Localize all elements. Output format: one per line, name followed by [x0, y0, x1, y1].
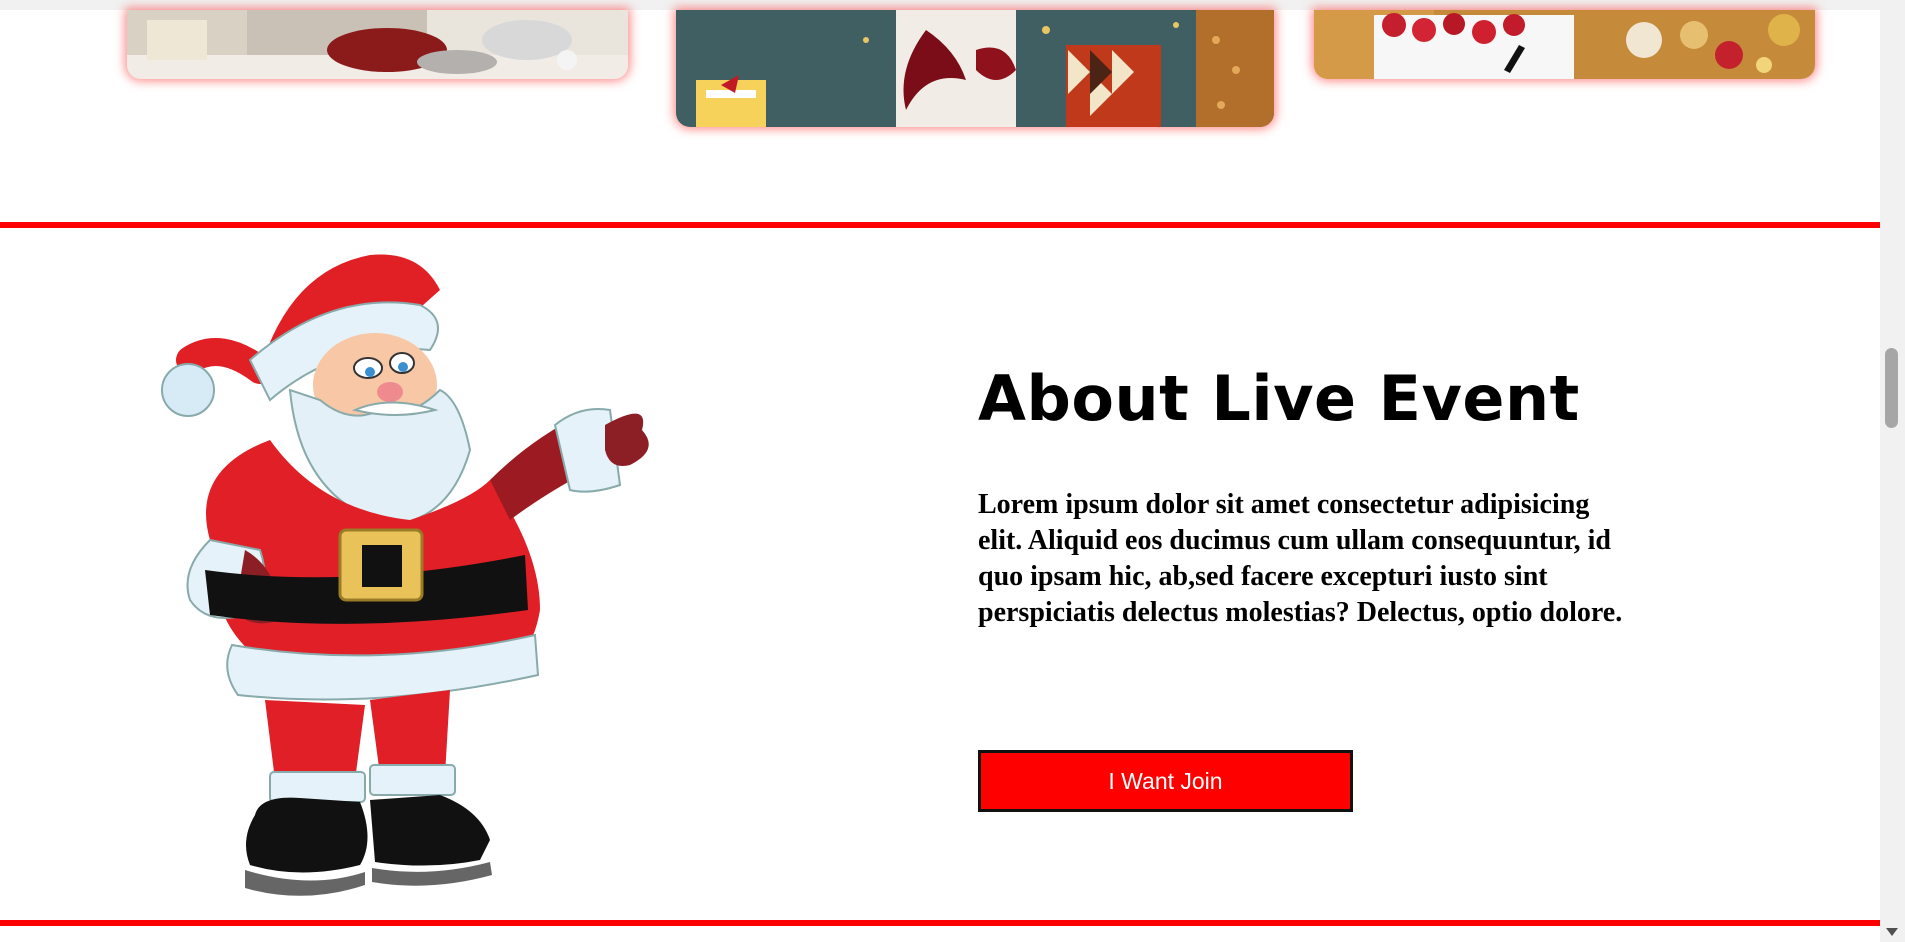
chevron-down-icon[interactable] — [1886, 928, 1898, 936]
gift-gallery — [0, 0, 1880, 140]
about-description: Lorem ipsum dolor sit amet consectetur a… — [978, 489, 1623, 628]
santa-image — [161, 254, 649, 896]
santa-illustration — [150, 250, 660, 905]
gifts-photo-image — [676, 10, 1274, 127]
about-title: About Live Event — [978, 362, 1580, 435]
ornaments-photo-image — [1314, 10, 1815, 79]
join-button[interactable]: I Want Join — [978, 750, 1353, 812]
gallery-photo-ornaments[interactable] — [1314, 10, 1815, 79]
vertical-scrollbar[interactable] — [1880, 0, 1905, 942]
page-bottom-area — [0, 926, 1880, 942]
scrollbar-thumb[interactable] — [1885, 348, 1898, 428]
gallery-photo-family[interactable] — [127, 10, 628, 79]
section-divider-top — [0, 222, 1880, 228]
gallery-photo-gifts[interactable] — [676, 10, 1274, 127]
family-photo-image — [127, 10, 628, 79]
